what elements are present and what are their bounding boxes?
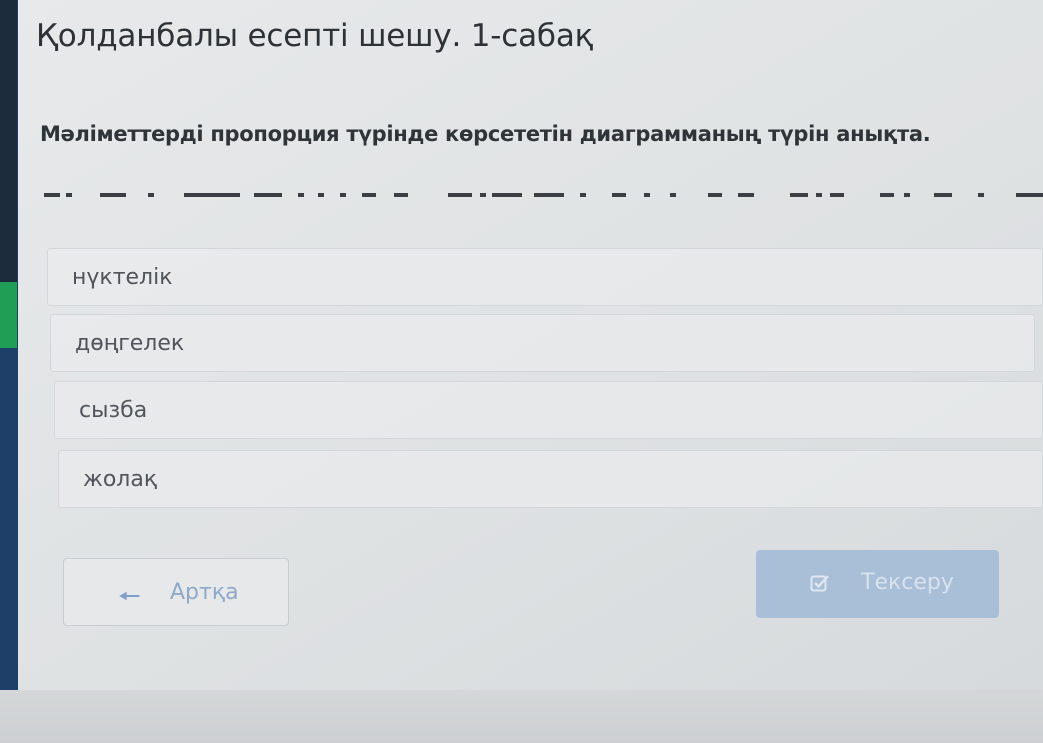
answer-option-label: сызба: [79, 398, 148, 423]
check-button-label: Тексеру: [861, 570, 954, 595]
sidebar-active-indicator: [0, 282, 17, 348]
answer-option-3[interactable]: сызба: [54, 381, 1043, 439]
checkbox-check-icon: [810, 575, 829, 592]
answer-option-4[interactable]: жолақ: [58, 450, 1043, 508]
answer-option-label: дөңгелек: [75, 331, 185, 356]
check-button[interactable]: Тексеру: [756, 550, 999, 618]
answer-option-label: нүктелік: [72, 265, 173, 290]
answer-option-2[interactable]: дөңгелек: [50, 314, 1035, 372]
question-text: Мәліметтерді пропорция түрінде көрсететі…: [40, 122, 931, 146]
back-button[interactable]: 🠔 Артқа: [63, 558, 289, 626]
lesson-title: Қолданбалы есепті шешу. 1-сабақ: [36, 18, 594, 54]
answer-blank-line: [44, 193, 1043, 197]
bottom-area: [0, 690, 1043, 743]
back-button-label: Артқа: [170, 580, 239, 605]
answer-option-label: жолақ: [83, 467, 158, 492]
answer-option-1[interactable]: нүктелік: [47, 248, 1043, 306]
sidebar-dark-band: [0, 0, 17, 282]
arrow-left-icon: 🠔: [118, 582, 141, 612]
